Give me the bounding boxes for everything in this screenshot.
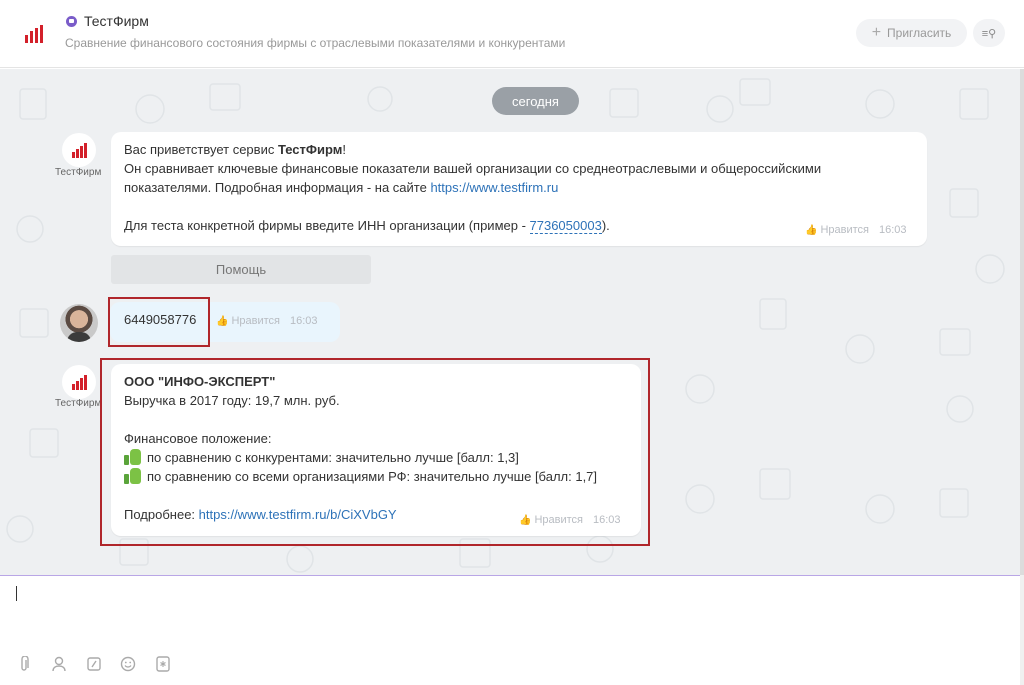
snowflake-icon[interactable] bbox=[155, 656, 171, 672]
user-avatar[interactable] bbox=[60, 304, 98, 342]
search-list-icon[interactable]: ≡⚲ bbox=[973, 19, 1005, 47]
logo-bars-icon bbox=[24, 23, 44, 43]
message-meta: 👍 Нравится 16:03 bbox=[805, 221, 907, 240]
date-separator: сегодня bbox=[492, 87, 579, 115]
chat-icon bbox=[66, 16, 77, 27]
greeting-name: ТестФирм bbox=[277, 142, 343, 157]
scrollbar[interactable] bbox=[1020, 69, 1024, 575]
message-meta: 👍 Нравится 16:03 bbox=[216, 315, 318, 327]
command-icon[interactable] bbox=[86, 656, 102, 672]
welcome-line-4: Для теста конкретной фирмы введите ИНН о… bbox=[124, 218, 530, 233]
inn-example-link[interactable]: 7736050003 bbox=[529, 218, 602, 234]
welcome-line-2: Он сравнивает ключевые финансовые показа… bbox=[124, 161, 822, 176]
message-time: 16:03 bbox=[879, 224, 907, 236]
site-link[interactable]: https://www.testfirm.ru bbox=[430, 180, 558, 195]
help-button[interactable]: Помощь bbox=[111, 255, 371, 284]
user-icon[interactable] bbox=[51, 656, 67, 672]
like-label: Нравится bbox=[820, 224, 869, 236]
plus-icon: + bbox=[871, 24, 882, 41]
attach-icon[interactable] bbox=[16, 656, 32, 672]
chat-subtitle: Сравнение финансового состояния фирмы с … bbox=[65, 36, 566, 50]
emoji-icon[interactable] bbox=[120, 656, 136, 672]
text-cursor bbox=[16, 586, 17, 601]
welcome-line-4-suffix: ). bbox=[601, 218, 610, 233]
greeting-prefix: Вас приветствует сервис bbox=[124, 142, 278, 157]
like-label: Нравится bbox=[231, 315, 280, 327]
bot-name: ТестФирм bbox=[55, 167, 102, 178]
message-composer[interactable] bbox=[0, 575, 1020, 685]
highlight-box-inn bbox=[108, 297, 210, 347]
greeting-suffix: ! bbox=[342, 142, 347, 157]
chat-title[interactable]: ТестФирм bbox=[84, 13, 149, 29]
bot-avatar[interactable] bbox=[62, 365, 96, 399]
invite-button-label: Пригласить bbox=[887, 26, 952, 40]
chat-header: ТестФирм Сравнение финансового состояния… bbox=[0, 0, 1024, 68]
like-button[interactable]: 👍 Нравится bbox=[805, 221, 869, 240]
highlight-box-result bbox=[100, 358, 650, 546]
composer-edge bbox=[1020, 575, 1024, 685]
thumbs-up-icon: 👍 bbox=[216, 315, 229, 327]
message-welcome: Вас приветствует сервис ТестФирм! Он сра… bbox=[111, 132, 927, 246]
like-button[interactable]: 👍 Нравится bbox=[216, 315, 280, 327]
welcome-line-3: показателями. Подробная информация - на … bbox=[124, 180, 431, 195]
invite-button[interactable]: + Пригласить bbox=[856, 19, 967, 47]
bot-name: ТестФирм bbox=[55, 398, 102, 409]
thumbs-up-icon: 👍 bbox=[805, 225, 818, 236]
message-time: 16:03 bbox=[290, 315, 318, 327]
bot-avatar[interactable] bbox=[62, 133, 96, 167]
chat-area[interactable]: сегодня ТестФирм Вас приветствует сервис… bbox=[0, 69, 1020, 575]
